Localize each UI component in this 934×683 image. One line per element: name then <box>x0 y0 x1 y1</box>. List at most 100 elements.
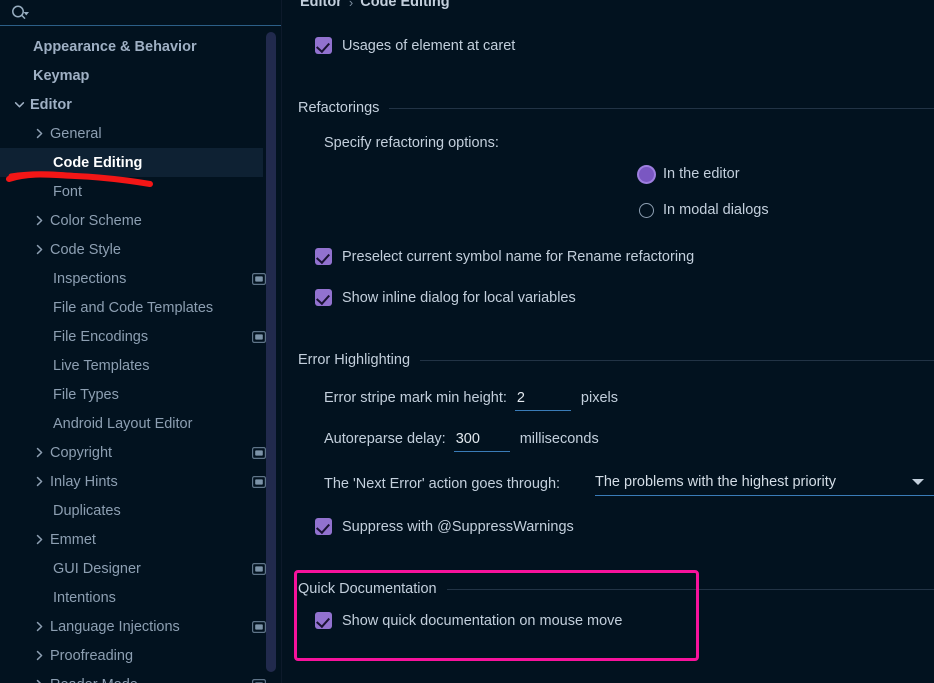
field-label: Error stripe mark min height: <box>324 390 507 406</box>
module-icon <box>252 475 267 488</box>
radio-row-in-the-editor[interactable]: In the editor <box>639 166 740 182</box>
sidebar-item-label: Duplicates <box>53 502 121 519</box>
sidebar-item-language-injections[interactable]: Language Injections <box>0 612 282 641</box>
sidebar-item-label: Inspections <box>53 270 127 287</box>
checkbox-usages-of-element-at-caret[interactable] <box>315 37 332 54</box>
sidebar-item-gui-designer[interactable]: GUI Designer <box>0 554 282 583</box>
checkbox-label: Show quick documentation on mouse move <box>342 612 623 629</box>
sidebar-item-file-and-code-templates[interactable]: File and Code Templates <box>0 293 282 322</box>
chevron-right-icon: › <box>348 0 354 10</box>
sidebar-item-label: File Types <box>53 386 119 403</box>
sidebar-item-label: Live Templates <box>53 357 150 374</box>
chevron-right-icon[interactable] <box>33 678 46 683</box>
checkbox-row-suppress-with-suppresswarnings[interactable]: Suppress with @SuppressWarnings <box>315 518 574 535</box>
checkbox-show-inline-dialog[interactable] <box>315 289 332 306</box>
sidebar-item-file-types[interactable]: File Types <box>0 380 282 409</box>
chevron-right-icon[interactable] <box>33 649 46 662</box>
error-stripe-min-height-input[interactable] <box>514 390 571 411</box>
sidebar-item-file-encodings[interactable]: File Encodings <box>0 322 282 351</box>
sidebar-item-label: Android Layout Editor <box>53 415 193 432</box>
module-icon <box>252 272 267 285</box>
module-icon <box>252 446 267 459</box>
sidebar-item-label: GUI Designer <box>53 560 141 577</box>
module-icon <box>252 562 267 575</box>
sidebar-item-intentions[interactable]: Intentions <box>0 583 282 612</box>
next-error-action-dropdown[interactable]: The problems with the highest priority <box>595 474 934 496</box>
settings-window: Appearance & Behavior Keymap Editor General… <box>0 0 934 683</box>
settings-tree: Appearance & Behavior Keymap Editor General… <box>0 26 282 683</box>
sidebar-item-inspections[interactable]: Inspections <box>0 264 282 293</box>
sidebar-item-label: Keymap <box>33 67 90 84</box>
module-icon <box>252 620 267 633</box>
breadcrumb: Editor › Code Editing <box>300 0 450 10</box>
radio-in-modal-dialogs[interactable] <box>639 202 654 218</box>
sidebar-item-keymap[interactable]: Keymap <box>0 61 282 90</box>
checkbox-preselect-current-symbol-name[interactable] <box>315 248 332 265</box>
sidebar-item-proofreading[interactable]: Proofreading <box>0 641 282 670</box>
checkbox-label: Preselect current symbol name for Rename… <box>342 248 695 265</box>
sidebar-item-reader-mode[interactable]: Reader Mode <box>0 670 282 683</box>
section-rule <box>446 588 934 590</box>
sidebar-item-duplicates[interactable]: Duplicates <box>0 496 282 525</box>
chevron-right-icon[interactable] <box>33 214 46 227</box>
chevron-right-icon[interactable] <box>33 475 46 488</box>
sidebar-item-label: File and Code Templates <box>53 299 214 316</box>
search-icon[interactable] <box>10 4 32 22</box>
field-label: Autoreparse delay: <box>324 431 446 447</box>
checkbox-suppress-with-suppresswarnings[interactable] <box>315 518 332 535</box>
chevron-down-icon[interactable] <box>912 479 924 485</box>
radio-in-the-editor[interactable] <box>639 166 654 182</box>
checkbox-label: Usages of element at caret <box>342 37 516 54</box>
sidebar-item-label: Color Scheme <box>50 212 142 229</box>
sidebar-item-color-scheme[interactable]: Color Scheme <box>0 206 282 235</box>
checkbox-row-show-quick-documentation[interactable]: Show quick documentation on mouse move <box>315 612 623 629</box>
sidebar-item-font[interactable]: Font <box>0 177 282 206</box>
checkbox-row-preselect-current-symbol-name[interactable]: Preselect current symbol name for Rename… <box>315 248 694 265</box>
checkbox-row-show-inline-dialog[interactable]: Show inline dialog for local variables <box>315 289 576 306</box>
sidebar-scrollbar-thumb[interactable] <box>266 32 276 672</box>
sidebar-item-label: Emmet <box>50 531 96 548</box>
chevron-down-icon[interactable] <box>13 98 26 111</box>
sidebar-item-appearance-behavior[interactable]: Appearance & Behavior <box>0 32 282 61</box>
sidebar-item-editor[interactable]: Editor <box>0 90 282 119</box>
sidebar-item-label: Code Editing <box>53 154 143 171</box>
sidebar-item-code-editing[interactable]: Code Editing <box>0 148 263 177</box>
sidebar-item-label: Proofreading <box>50 647 134 664</box>
field-row-autoreparse-delay: Autoreparse delay: milliseconds <box>324 431 599 452</box>
checkbox-label: Show inline dialog for local variables <box>342 289 576 306</box>
sidebar-item-emmet[interactable]: Emmet <box>0 525 282 554</box>
sidebar-item-android-layout-editor[interactable]: Android Layout Editor <box>0 409 282 438</box>
field-units: pixels <box>580 390 618 406</box>
sidebar-item-copyright[interactable]: Copyright <box>0 438 282 467</box>
autoreparse-delay-input[interactable] <box>453 431 510 452</box>
chevron-right-icon[interactable] <box>33 446 46 459</box>
section-rule <box>389 107 934 109</box>
sidebar-item-label: Reader Mode <box>50 677 244 683</box>
sidebar-item-inlay-hints[interactable]: Inlay Hints <box>0 467 282 496</box>
sidebar-item-code-style[interactable]: Code Style <box>0 235 282 264</box>
label-next-error-action: The 'Next Error' action goes through: <box>324 476 561 492</box>
chevron-right-icon[interactable] <box>33 243 46 256</box>
breadcrumb-root[interactable]: Editor <box>300 0 342 10</box>
radio-row-in-modal-dialogs[interactable]: In modal dialogs <box>639 202 769 218</box>
sidebar-search-row[interactable] <box>0 0 282 26</box>
sidebar-item-label: Inlay Hints <box>50 473 118 490</box>
sidebar-scrollbar-track[interactable] <box>266 0 276 683</box>
section-header-refactorings: Refactorings <box>298 100 934 116</box>
chevron-right-icon[interactable] <box>33 533 46 546</box>
settings-main-panel: Editor › Code Editing Usages of element … <box>282 0 934 683</box>
sidebar-item-live-templates[interactable]: Live Templates <box>0 351 282 380</box>
module-icon <box>252 678 266 683</box>
checkbox-show-quick-documentation[interactable] <box>315 612 332 629</box>
sidebar-item-general[interactable]: General <box>0 119 282 148</box>
section-title: Quick Documentation <box>298 581 437 597</box>
checkbox-row-usages-of-element-at-caret[interactable]: Usages of element at caret <box>315 37 515 54</box>
checkbox-label: Suppress with @SuppressWarnings <box>342 518 574 535</box>
chevron-right-icon[interactable] <box>33 620 46 633</box>
sidebar-item-label: Copyright <box>50 444 113 461</box>
radio-label: In the editor <box>663 166 740 182</box>
module-icon <box>252 330 267 343</box>
section-title: Error Highlighting <box>298 352 411 368</box>
chevron-right-icon[interactable] <box>33 127 46 140</box>
dropdown-selected-value: The problems with the highest priority <box>595 474 836 490</box>
